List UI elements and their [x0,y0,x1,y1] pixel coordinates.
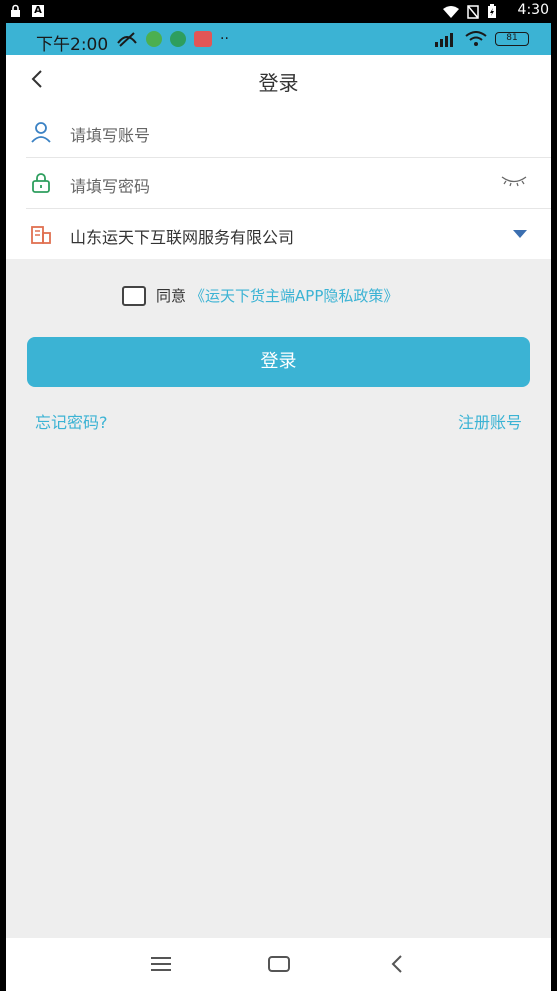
more-dots-icon: ·· [220,31,229,47]
app-status-bar: 下午2:00 ·· 81 [6,23,551,55]
eye-closed-icon[interactable] [501,174,527,188]
register-link[interactable]: 注册账号 [458,409,522,433]
page-title: 登录 [258,71,299,95]
password-input[interactable]: 请填写密码 [70,173,150,197]
privacy-policy-link[interactable]: 《运天下货主端APP隐私政策》 [190,285,398,306]
privacy-agreement: 同意 《运天下货主端APP隐私政策》 [122,285,398,306]
no-sim-icon [467,4,479,19]
account-input[interactable]: 请填写账号 [70,122,150,146]
app-clock: 下午2:00 [36,35,109,55]
wifi-icon [443,5,459,18]
company-field[interactable]: 山东运天下互联网服务有限公司 [26,209,551,260]
app-notification-icons: ·· [116,31,229,47]
home-icon[interactable] [266,952,292,976]
login-button[interactable]: 登录 [27,337,530,387]
caret-down-icon[interactable] [513,230,527,240]
system-status-bar: A 4:30 [0,0,557,23]
agree-checkbox[interactable] [122,285,146,306]
system-indicators [443,4,497,19]
password-field[interactable]: 请填写密码 [26,158,551,209]
navigation-bar [6,938,551,991]
back-icon[interactable] [384,952,410,976]
battery-indicator: 81 [495,32,529,46]
account-field[interactable]: 请填写账号 [26,107,551,158]
signal-off-icon [117,32,137,47]
building-icon [31,226,51,244]
login-form: 请填写账号 请填写密码 山东运天下互联网服务有限公司 [6,107,551,259]
user-icon [31,122,51,143]
battery-charging-icon [488,4,496,18]
wechat-icon [146,31,162,47]
company-select[interactable]: 山东运天下互联网服务有限公司 [70,224,294,248]
agree-label: 同意 [156,287,187,305]
app-screen: 下午2:00 ·· 81 登录 请填写账号 请填写密码 山东运天下互联网服务有限… [6,23,551,991]
cellular-signal-icon [435,33,453,47]
a-icon: A [32,5,44,17]
app-indicator-icons: 81 [433,31,529,47]
system-clock: 4:30 [517,2,549,18]
shield-icon [170,31,186,47]
forgot-password-link[interactable]: 忘记密码? [35,409,108,433]
lock-icon [32,173,50,193]
menu-icon[interactable] [148,952,174,976]
lock-icon [11,4,20,17]
app-notification-icon [194,31,212,47]
wifi-icon [465,31,487,46]
page-header: 登录 [6,55,551,107]
